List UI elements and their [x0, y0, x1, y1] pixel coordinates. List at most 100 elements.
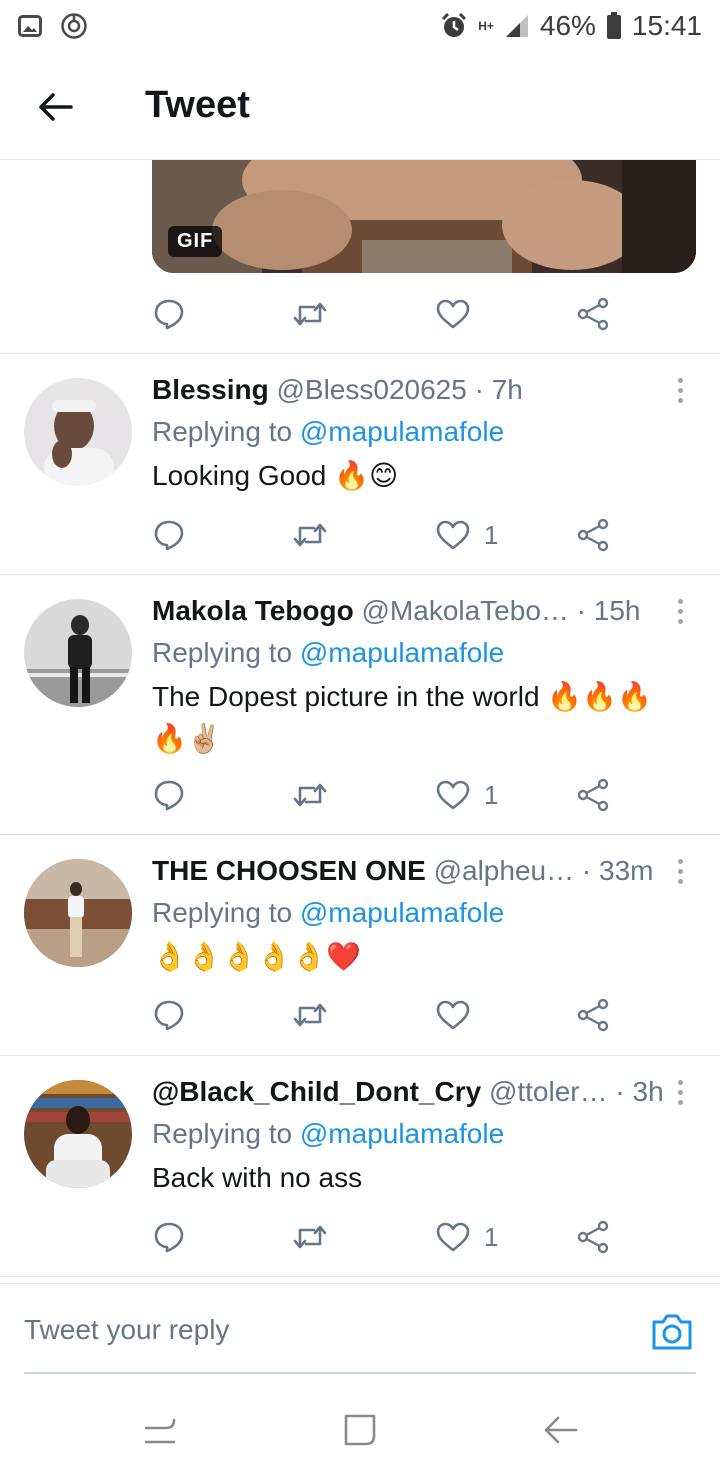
share-icon [577, 297, 609, 331]
retweet-icon [293, 783, 327, 807]
like-icon [436, 1000, 470, 1030]
nav-back-icon [544, 1416, 578, 1444]
share-button[interactable] [576, 510, 610, 560]
camera-icon [652, 1314, 692, 1350]
reply-input[interactable]: Tweet your reply [24, 1314, 229, 1346]
mention-link[interactable]: @mapulamafole [300, 637, 504, 668]
reply-tweet[interactable]: THE CHOOSEN ONE @alpheu… · 33m Replying … [0, 835, 720, 1055]
tweet-header: Blessing @Bless020625 · 7h [152, 370, 662, 410]
replying-to-label: Replying to [152, 416, 293, 447]
mention-link[interactable]: @mapulamafole [300, 1118, 504, 1149]
recents-button[interactable] [140, 1410, 180, 1450]
nav-back-button[interactable] [540, 1410, 580, 1450]
replying-to-label: Replying to [152, 897, 293, 928]
like-button[interactable]: 1 [436, 770, 498, 820]
input-underline [24, 1372, 696, 1374]
like-button[interactable]: 1 [436, 510, 498, 560]
camera-button[interactable] [650, 1312, 694, 1352]
gif-preview[interactable]: GIF [152, 160, 696, 273]
user-handle[interactable]: @MakolaTebo… [362, 595, 569, 626]
reply-tweet[interactable]: Makola Tebogo @MakolaTebo… · 15h Replyin… [0, 575, 720, 834]
tweet-time: · 7h [474, 374, 523, 405]
tweet-text: The Dopest picture in the world 🔥🔥🔥 🔥✌🏼 [152, 681, 652, 754]
reply-button[interactable] [152, 289, 186, 339]
home-icon [344, 1414, 376, 1446]
more-icon[interactable] [670, 851, 690, 891]
like-count: 1 [484, 1221, 499, 1252]
mention-link[interactable]: @mapulamafole [300, 416, 504, 447]
signal-icon [504, 13, 530, 39]
retweet-icon [293, 1003, 327, 1027]
replying-to: Replying to @mapulamafole [152, 412, 504, 452]
replying-to: Replying to @mapulamafole [152, 633, 504, 673]
share-icon [577, 778, 609, 812]
reply-tweet[interactable]: Blessing @Bless020625 · 7h Replying to @… [0, 354, 720, 574]
avatar[interactable] [24, 599, 132, 707]
reply-tweet[interactable]: @Black_Child_Dont_Cry @ttoler… · 3h Repl… [0, 1056, 720, 1276]
retweet-icon [293, 1225, 327, 1249]
user-name[interactable]: @Black_Child_Dont_Cry [152, 1076, 481, 1107]
reply-button[interactable] [152, 1212, 186, 1262]
home-button[interactable] [340, 1410, 380, 1450]
replying-to-label: Replying to [152, 637, 293, 668]
share-button[interactable] [576, 770, 610, 820]
user-handle[interactable]: @ttoler… [489, 1076, 608, 1107]
retweet-button[interactable] [292, 990, 328, 1040]
retweet-button[interactable] [292, 770, 328, 820]
share-button[interactable] [576, 1212, 610, 1262]
tweet-header: @Black_Child_Dont_Cry @ttoler… · 3h [152, 1072, 664, 1112]
like-button[interactable] [436, 990, 484, 1040]
tweet-header: THE CHOOSEN ONE @alpheu… · 33m [152, 851, 662, 891]
tweet-text: 👌👌👌👌👌❤️ [152, 941, 362, 972]
avatar[interactable] [24, 378, 132, 486]
user-name[interactable]: Makola Tebogo [152, 595, 354, 626]
tweet-text: Back with no ass [152, 1162, 363, 1193]
tweet-time: · 33m [581, 855, 654, 886]
more-icon[interactable] [670, 1072, 690, 1112]
replying-to: Replying to @mapulamafole [152, 1114, 504, 1154]
like-count: 1 [484, 779, 499, 810]
retweet-button[interactable] [292, 510, 328, 560]
location-icon [60, 12, 88, 40]
alarm-icon [440, 12, 468, 40]
like-button[interactable]: 1 [436, 1212, 498, 1262]
reply-icon [154, 780, 184, 811]
app-bar: Tweet [0, 52, 720, 160]
reply-button[interactable] [152, 770, 186, 820]
tweet-time: · 15h [576, 595, 641, 626]
tweet-actions [152, 990, 632, 1040]
retweet-button[interactable] [292, 1212, 328, 1262]
user-name[interactable]: THE CHOOSEN ONE [152, 855, 426, 886]
avatar[interactable] [24, 859, 132, 967]
battery-percent: 46% [539, 10, 596, 41]
share-icon [577, 998, 609, 1032]
reply-icon [154, 1222, 184, 1253]
reply-button[interactable] [152, 510, 186, 560]
compose-bar: Tweet your reply [0, 1283, 720, 1375]
tweet-text: Looking Good 🔥😊 [152, 460, 399, 491]
more-icon[interactable] [670, 591, 690, 631]
user-handle[interactable]: @alpheu… [434, 855, 575, 886]
back-button[interactable] [30, 82, 80, 132]
user-name[interactable]: Blessing [152, 374, 269, 405]
retweet-icon [293, 523, 327, 547]
like-button[interactable] [436, 289, 470, 339]
more-icon[interactable] [670, 370, 690, 410]
replying-to-label: Replying to [152, 1118, 293, 1149]
avatar[interactable] [24, 1080, 132, 1188]
mention-link[interactable]: @mapulamafole [300, 897, 504, 928]
like-icon [436, 299, 470, 329]
like-icon [436, 1222, 470, 1252]
like-count: 1 [484, 519, 499, 550]
reply-button[interactable] [152, 990, 186, 1040]
share-icon [577, 1220, 609, 1254]
share-button[interactable] [576, 990, 610, 1040]
user-handle[interactable]: @Bless020625 [276, 374, 466, 405]
recents-icon [144, 1418, 176, 1444]
reply-icon [154, 299, 184, 330]
status-right: H+ 46% 15:41 [440, 10, 702, 42]
share-button[interactable] [576, 289, 610, 339]
gif-thumbnail [152, 160, 696, 273]
retweet-button[interactable] [292, 289, 328, 339]
tweet-actions: 1 [152, 1212, 632, 1262]
